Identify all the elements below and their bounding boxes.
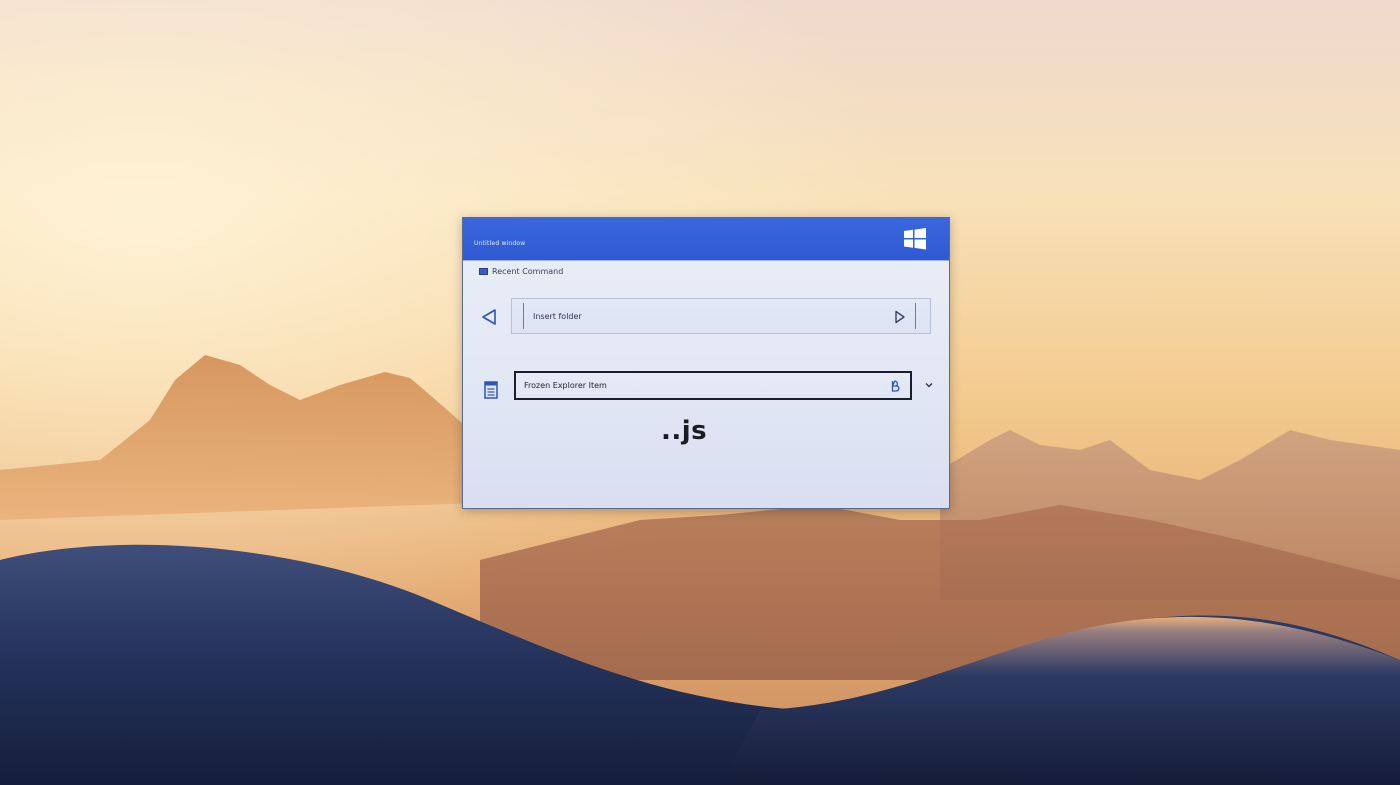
small-b-icon[interactable] [890, 380, 900, 392]
triangle-right-icon[interactable] [894, 310, 906, 324]
extension-label: ..js [661, 416, 708, 446]
path-separator-left [523, 303, 524, 329]
document-icon [484, 381, 498, 399]
section-square-icon [479, 268, 488, 275]
chevron-down-icon[interactable] [923, 379, 935, 391]
window-title: Untitled window [474, 240, 526, 247]
section-label-text: Recent Command [492, 267, 564, 276]
section-header: Recent Command [479, 267, 563, 276]
app-window[interactable]: Untitled window Recent Command Insert fo… [462, 217, 950, 509]
path-bar[interactable]: Insert folder [511, 298, 931, 334]
item-input-field[interactable]: Frozen Explorer Item [514, 371, 912, 400]
path-text: Insert folder [533, 312, 582, 321]
path-separator-right [915, 303, 916, 329]
field-value: Frozen Explorer Item [524, 381, 607, 390]
windows-logo-icon [904, 228, 926, 250]
triangle-left-icon[interactable] [481, 308, 497, 326]
title-bar[interactable]: Untitled window [463, 218, 949, 261]
